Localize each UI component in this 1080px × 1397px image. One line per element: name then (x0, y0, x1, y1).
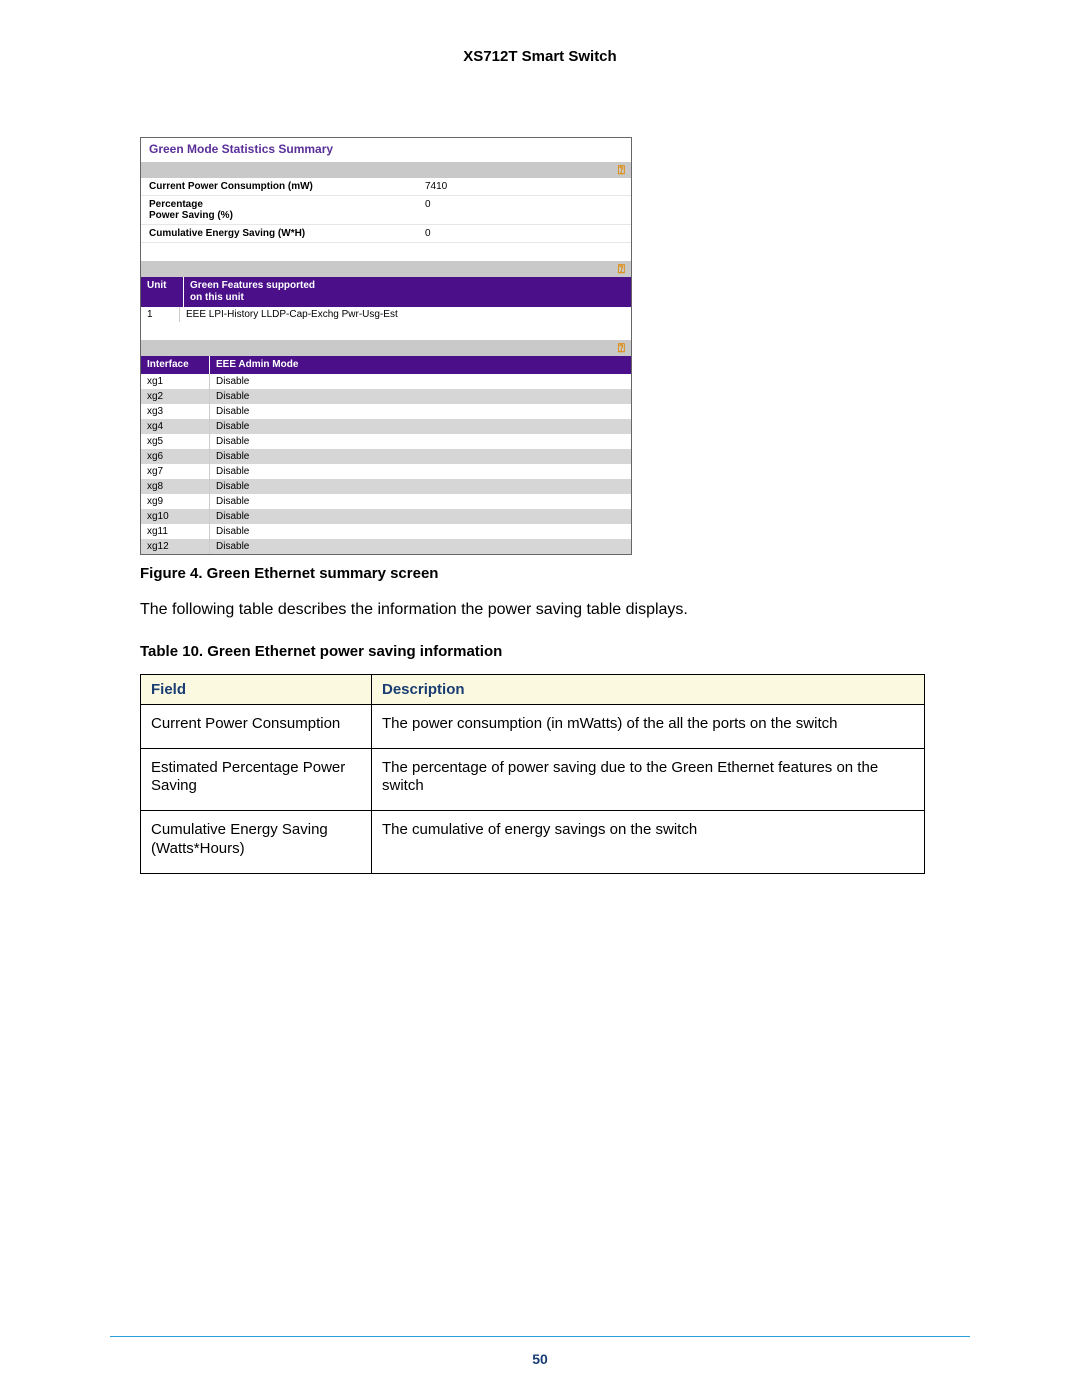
iface-cell: xg5 (141, 434, 210, 449)
iface-cell: xg10 (141, 509, 210, 524)
section-bar-2: ⍰ (141, 261, 631, 277)
mode-cell: Disable (210, 434, 632, 449)
iface-cell: xg6 (141, 449, 210, 464)
iface-cell: xg2 (141, 389, 210, 404)
unit-row: 1 EEE LPI-History LLDP-Cap-Exchg Pwr-Usg… (141, 307, 631, 322)
iface-cell: xg1 (141, 374, 210, 389)
desc-field: Current Power Consumption (141, 704, 372, 748)
iface-row: xg11Disable (141, 524, 631, 539)
iface-row: xg8Disable (141, 479, 631, 494)
mode-cell: Disable (210, 404, 632, 419)
interface-table: xg1Disable xg2Disable xg3Disable xg4Disa… (141, 374, 631, 554)
description-table: Field Description Current Power Consumpt… (140, 674, 925, 874)
figure-caption: Figure 4. Green Ethernet summary screen (140, 565, 970, 582)
iface-row: xg2Disable (141, 389, 631, 404)
iface-row: xg6Disable (141, 449, 631, 464)
iface-cell: xg7 (141, 464, 210, 479)
stat-value: 0 (417, 225, 631, 243)
iface-row: xg4Disable (141, 419, 631, 434)
stat-label: Current Power Consumption (mW) (141, 178, 417, 196)
green-mode-screenshot: Green Mode Statistics Summary ⍰ Current … (140, 137, 632, 555)
stat-label: Percentage Power Saving (%) (141, 196, 417, 225)
stat-value: 7410 (417, 178, 631, 196)
stat-row: Percentage Power Saving (%) 0 (141, 196, 631, 225)
desc-text: The cumulative of energy savings on the … (372, 811, 925, 874)
mode-cell: Disable (210, 509, 632, 524)
iface-cell: xg9 (141, 494, 210, 509)
body-paragraph: The following table describes the inform… (140, 600, 970, 621)
desc-row: Estimated Percentage Power Saving The pe… (141, 748, 925, 811)
features-cell: EEE LPI-History LLDP-Cap-Exchg Pwr-Usg-E… (180, 307, 632, 322)
desc-field: Estimated Percentage Power Saving (141, 748, 372, 811)
iface-row: xg12Disable (141, 539, 631, 554)
desc-header-desc: Description (372, 674, 925, 704)
panel-title: Green Mode Statistics Summary (141, 138, 631, 162)
help-icon[interactable]: ⍰ (618, 341, 625, 356)
iface-cell: xg12 (141, 539, 210, 554)
mode-cell: Disable (210, 449, 632, 464)
iface-row: xg9Disable (141, 494, 631, 509)
section-bar-1: ⍰ (141, 162, 631, 178)
mode-cell: Disable (210, 419, 632, 434)
desc-text: The percentage of power saving due to th… (372, 748, 925, 811)
iface-cell: xg3 (141, 404, 210, 419)
iface-row: xg7Disable (141, 464, 631, 479)
unit-table-header: Unit Green Features supported on this un… (141, 277, 631, 307)
mode-cell: Disable (210, 479, 632, 494)
unit-cell: 1 (141, 307, 180, 322)
iface-row: xg5Disable (141, 434, 631, 449)
mode-cell: Disable (210, 374, 632, 389)
iface-cell: xg4 (141, 419, 210, 434)
desc-row: Cumulative Energy Saving (Watts*Hours) T… (141, 811, 925, 874)
stat-row: Cumulative Energy Saving (W*H) 0 (141, 225, 631, 243)
unit-table: 1 EEE LPI-History LLDP-Cap-Exchg Pwr-Usg… (141, 307, 631, 322)
iface-col-header: Interface (141, 356, 210, 374)
doc-header: XS712T Smart Switch (110, 48, 970, 65)
desc-row: Current Power Consumption The power cons… (141, 704, 925, 748)
desc-header-field: Field (141, 674, 372, 704)
help-icon[interactable]: ⍰ (618, 262, 625, 277)
footer-rule (110, 1336, 970, 1337)
mode-cell: Disable (210, 539, 632, 554)
stat-label: Cumulative Energy Saving (W*H) (141, 225, 417, 243)
unit-col-header: Unit (141, 277, 184, 307)
page-number: 50 (110, 1351, 970, 1367)
iface-row: xg10Disable (141, 509, 631, 524)
help-icon[interactable]: ⍰ (618, 163, 625, 178)
mode-cell: Disable (210, 464, 632, 479)
features-col-header: Green Features supported on this unit (184, 277, 631, 307)
power-stats-table: Current Power Consumption (mW) 7410 Perc… (141, 178, 631, 243)
mode-cell: Disable (210, 524, 632, 539)
stat-row: Current Power Consumption (mW) 7410 (141, 178, 631, 196)
iface-cell: xg11 (141, 524, 210, 539)
desc-field: Cumulative Energy Saving (Watts*Hours) (141, 811, 372, 874)
iface-row: xg1Disable (141, 374, 631, 389)
iface-table-header: Interface EEE Admin Mode (141, 356, 631, 374)
desc-text: The power consumption (in mWatts) of the… (372, 704, 925, 748)
mode-cell: Disable (210, 389, 632, 404)
iface-row: xg3Disable (141, 404, 631, 419)
section-bar-3: ⍰ (141, 340, 631, 356)
mode-cell: Disable (210, 494, 632, 509)
eee-col-header: EEE Admin Mode (210, 356, 631, 374)
table-caption: Table 10. Green Ethernet power saving in… (140, 643, 970, 660)
stat-value: 0 (417, 196, 631, 225)
iface-cell: xg8 (141, 479, 210, 494)
